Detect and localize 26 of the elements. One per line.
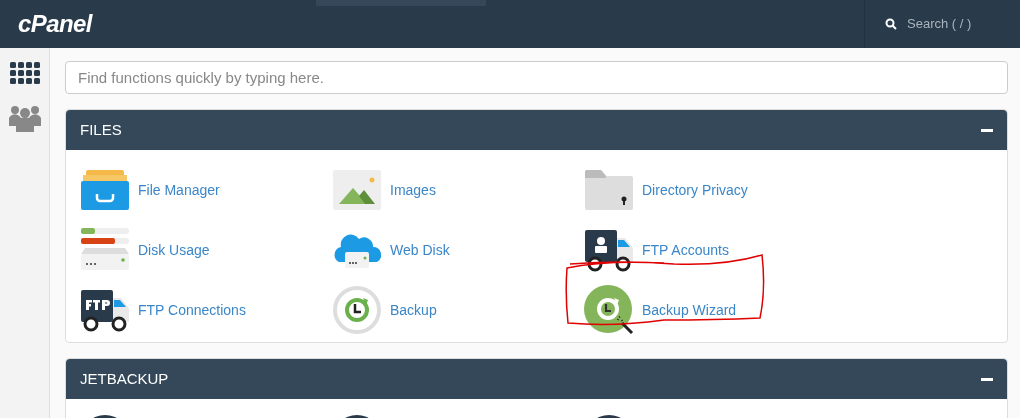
- feature-link[interactable]: FTP Connections: [138, 299, 246, 321]
- user-truck-icon: [585, 228, 633, 272]
- image-icon: [333, 170, 381, 210]
- feature-link[interactable]: Backup: [390, 299, 437, 321]
- backup-wizard-icon: [584, 285, 634, 335]
- ftp-truck-icon: [81, 288, 129, 332]
- feature-link[interactable]: Images: [390, 179, 436, 201]
- panel-title: JETBACKUP: [80, 368, 169, 389]
- header-search-field[interactable]: Search ( / ): [907, 14, 1017, 34]
- feature-link[interactable]: FTP Accounts: [642, 239, 729, 261]
- feature-link[interactable]: Backup Wizard: [642, 299, 737, 321]
- feature-link[interactable]: Disk Usage: [138, 239, 210, 261]
- search-icon: [885, 18, 897, 30]
- drawer-icon: [81, 170, 129, 210]
- apps-grid-icon[interactable]: [9, 62, 40, 84]
- backup-clock-icon: [333, 286, 381, 334]
- disk-usage-icon: [81, 228, 129, 272]
- feature-link[interactable]: Web Disk: [390, 239, 450, 261]
- logo[interactable]: cPanel: [18, 6, 92, 42]
- users-icon[interactable]: [8, 104, 41, 132]
- feature-link[interactable]: File Manager: [138, 179, 220, 201]
- folder-lock-icon: [585, 170, 633, 210]
- cloud-drive-icon: [333, 232, 381, 268]
- panel-title: FILES: [80, 119, 122, 140]
- feature-link[interactable]: Directory Privacy: [642, 179, 748, 201]
- function-search-field[interactable]: Find functions quickly by typing here.: [65, 61, 1008, 94]
